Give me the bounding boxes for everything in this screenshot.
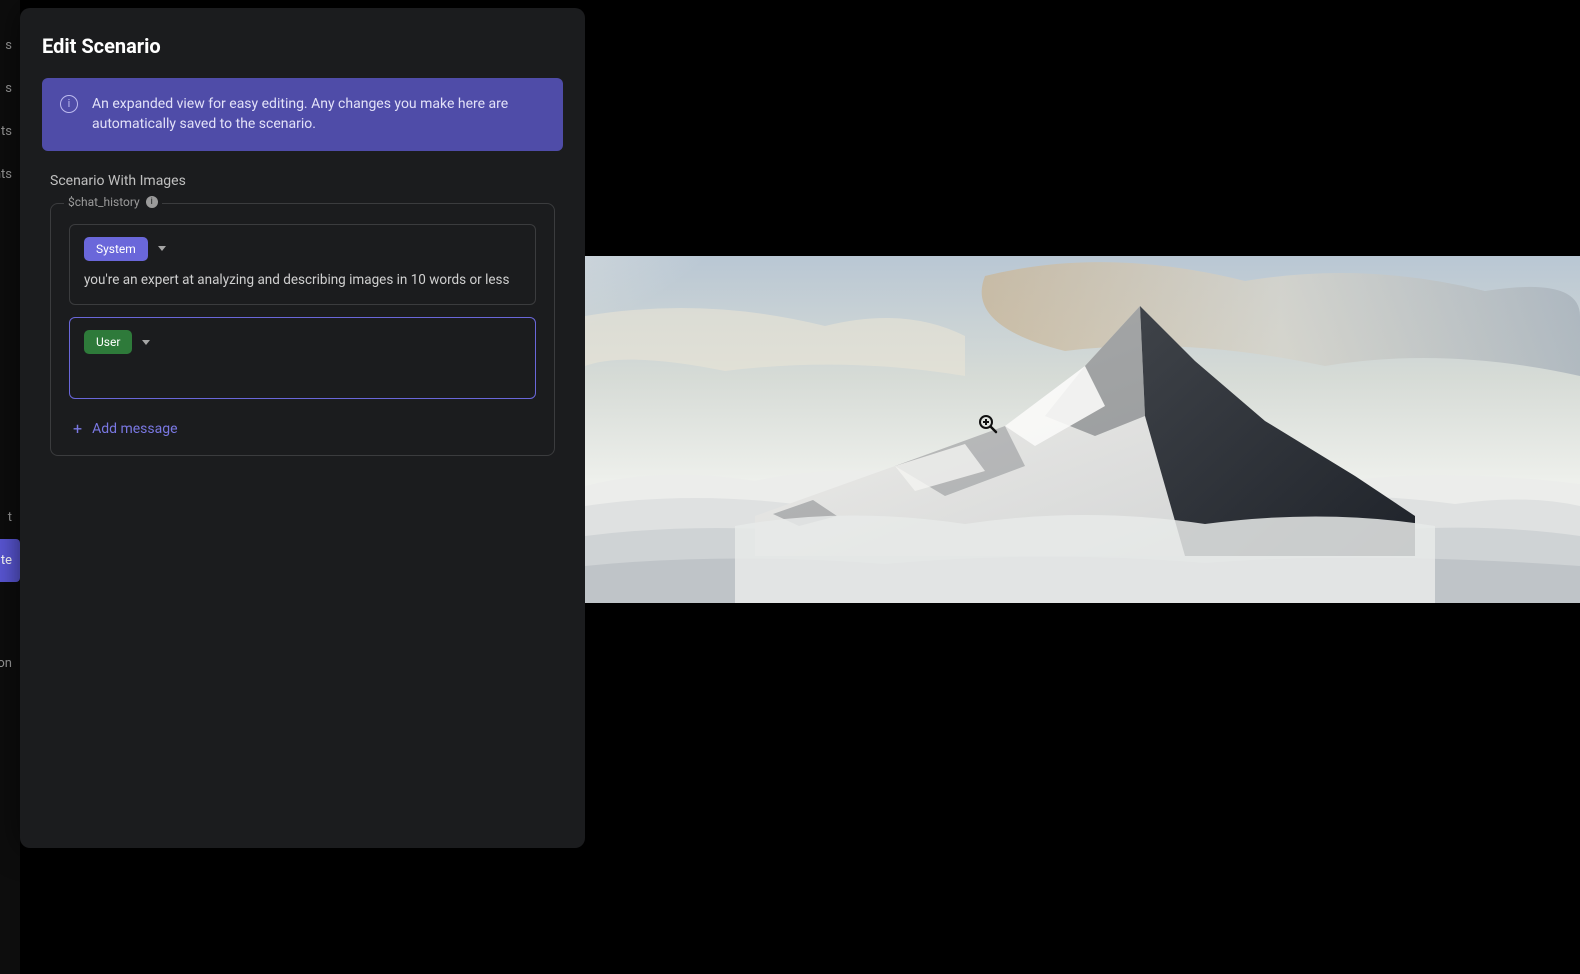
info-icon: i <box>60 95 78 113</box>
role-badge-system[interactable]: System <box>84 237 148 261</box>
message-text[interactable]: you're an expert at analyzing and descri… <box>84 271 521 291</box>
chevron-down-icon[interactable] <box>142 340 150 345</box>
message-system[interactable]: System you're an expert at analyzing and… <box>69 224 536 306</box>
chat-var-name: $chat_history <box>68 195 140 209</box>
role-badge-user[interactable]: User <box>84 330 132 354</box>
add-message-button[interactable]: + Add message <box>69 411 536 439</box>
plus-icon: + <box>73 421 82 437</box>
add-message-label: Add message <box>92 421 177 437</box>
sidebar-item[interactable]: s <box>0 24 20 67</box>
chat-history-fieldset: System you're an expert at analyzing and… <box>50 203 555 457</box>
info-text: An expanded view for easy editing. Any c… <box>92 94 545 135</box>
message-text-input[interactable] <box>84 364 521 384</box>
sidebar-item[interactable]: s <box>0 67 20 110</box>
chevron-down-icon[interactable] <box>158 246 166 251</box>
sidebar: s s ts nts t te ion <box>0 0 20 974</box>
sidebar-item[interactable]: ts <box>0 110 20 153</box>
sidebar-item[interactable]: ion <box>0 642 20 685</box>
zoom-in-icon[interactable] <box>978 414 998 434</box>
help-icon[interactable]: i <box>146 196 158 208</box>
sidebar-item-active[interactable]: te <box>0 539 20 582</box>
sidebar-item[interactable]: t <box>0 496 20 539</box>
scenario-image[interactable] <box>585 256 1580 603</box>
chat-history-legend: $chat_history i <box>64 195 162 209</box>
edit-scenario-panel: Edit Scenario i An expanded view for eas… <box>20 8 585 848</box>
info-banner: i An expanded view for easy editing. Any… <box>42 78 563 151</box>
message-user[interactable]: User <box>69 317 536 399</box>
panel-title: Edit Scenario <box>20 8 585 78</box>
sidebar-item[interactable]: nts <box>0 153 20 196</box>
